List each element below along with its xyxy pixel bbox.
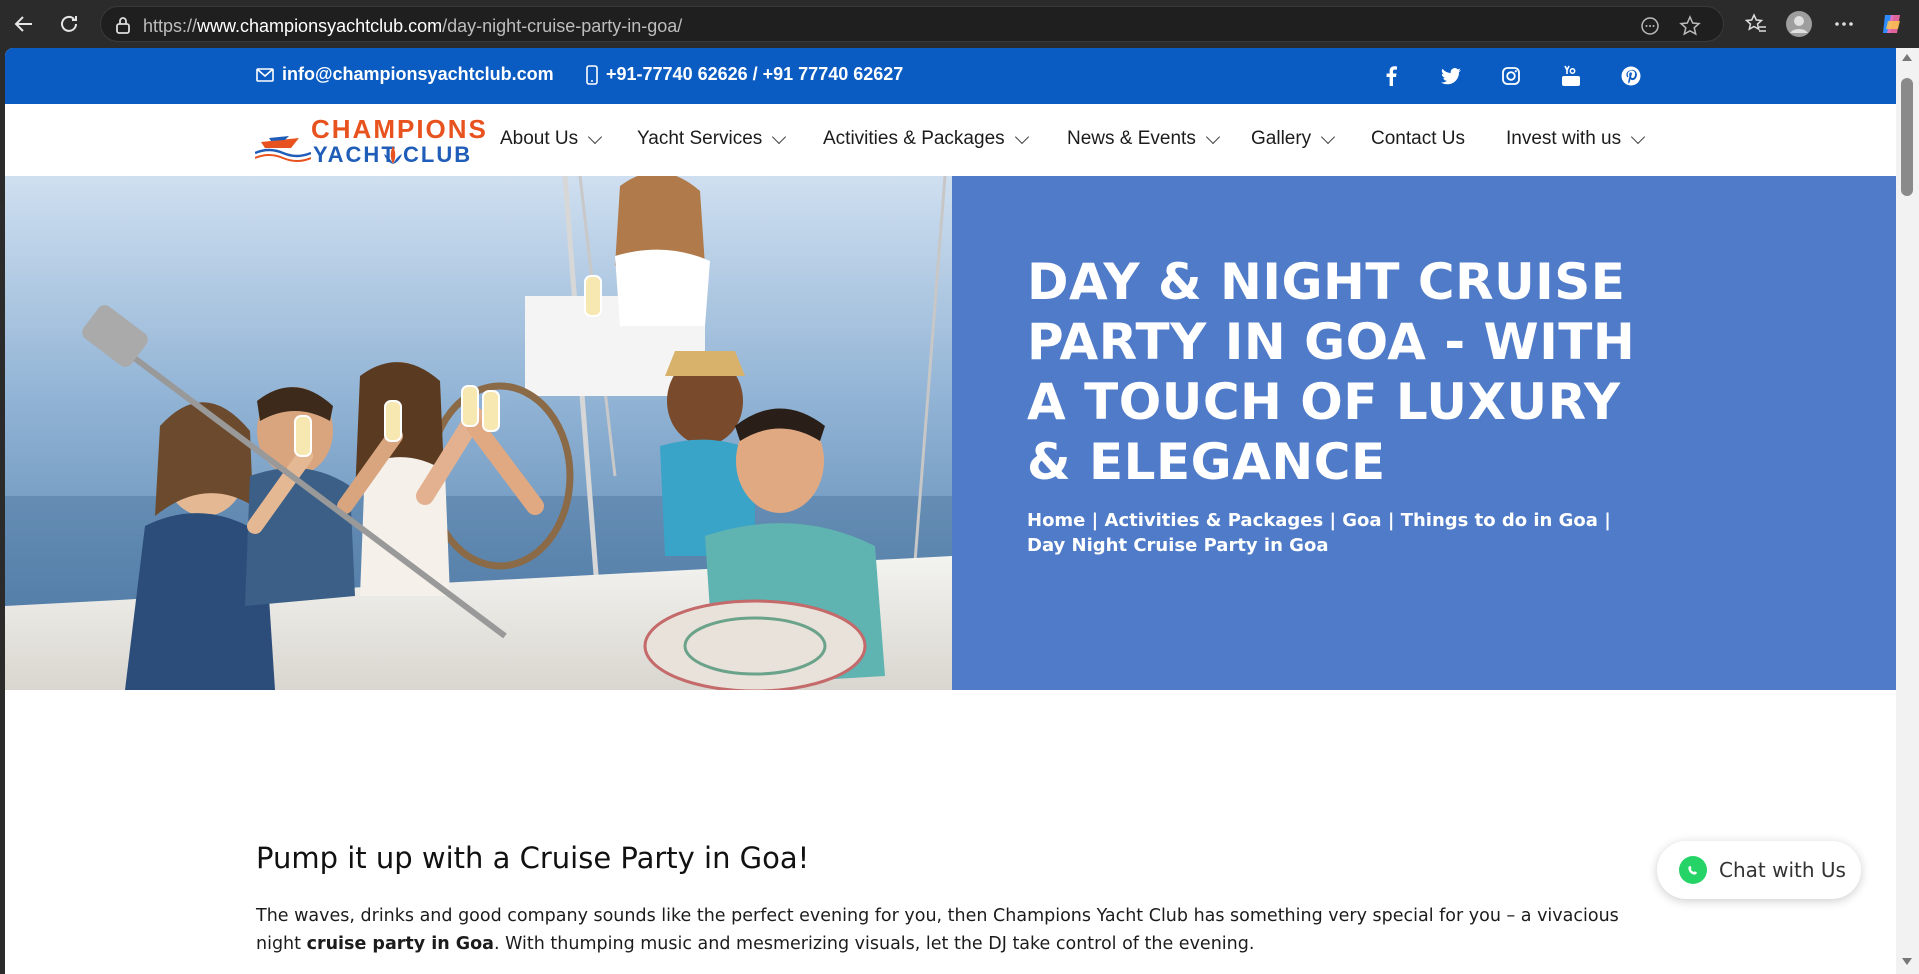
refresh-icon[interactable] xyxy=(55,10,83,38)
profile-avatar-icon[interactable] xyxy=(1785,10,1813,38)
url-prefix: https:// xyxy=(143,16,198,36)
nav-label: Invest with us xyxy=(1506,128,1622,149)
chevron-down-icon xyxy=(1631,129,1646,144)
para-text-bold: cruise party in Goa xyxy=(306,934,494,954)
browser-toolbar: https://www.championsyachtclub.com/day-n… xyxy=(0,0,1919,48)
nav-news-events[interactable]: News & Events xyxy=(1067,128,1220,150)
chevron-down-icon xyxy=(588,129,603,144)
url-path: /day-night-cruise-party-in-goa/ xyxy=(442,16,683,36)
star-icon[interactable] xyxy=(1679,15,1701,37)
yacht-logo-icon xyxy=(255,136,311,162)
contact-topbar: info@championsyachtclub.com +91-77740 62… xyxy=(5,48,1896,104)
nav-gallery[interactable]: Gallery xyxy=(1251,128,1336,150)
logo-line1: CHAMPIONS xyxy=(311,114,488,144)
scroll-down-arrow-icon[interactable] xyxy=(1902,958,1912,965)
nav-yacht-services[interactable]: Yacht Services xyxy=(637,128,787,150)
breadcrumb-activities-packages[interactable]: Activities & Packages xyxy=(1105,510,1324,531)
breadcrumb-things-to-do[interactable]: Things to do in Goa xyxy=(1401,510,1598,531)
nav-label: Contact Us xyxy=(1371,128,1465,149)
site-logo[interactable]: CHAMPIONS YACHT CLUB xyxy=(255,112,486,168)
breadcrumb-home[interactable]: Home xyxy=(1027,510,1085,531)
chevron-down-icon xyxy=(1205,129,1220,144)
address-bar[interactable]: https://www.championsyachtclub.com/day-n… xyxy=(100,6,1724,42)
nav-label: News & Events xyxy=(1067,128,1196,149)
reader-icon[interactable] xyxy=(1639,15,1661,37)
email-text: info@championsyachtclub.com xyxy=(282,64,554,84)
breadcrumb-goa[interactable]: Goa xyxy=(1342,510,1381,531)
copilot-icon[interactable] xyxy=(1878,10,1906,38)
nav-contact-us[interactable]: Contact Us xyxy=(1371,128,1465,150)
chat-with-us-button[interactable]: Chat with Us xyxy=(1657,841,1861,899)
url-domain: www.championsyachtclub.com xyxy=(197,16,443,36)
para-text-end: . With thumping music and mesmerizing vi… xyxy=(494,934,1255,954)
page-title: DAY & NIGHT CRUISE PARTY IN GOA - WITH A… xyxy=(1027,253,1636,491)
page-viewport: info@championsyachtclub.com +91-77740 62… xyxy=(5,48,1896,974)
nav-activities-packages[interactable]: Activities & Packages xyxy=(823,128,1029,150)
chat-label: Chat with Us xyxy=(1719,858,1846,882)
breadcrumb-current: Day Night Cruise Party in Goa xyxy=(1027,535,1329,556)
nav-label: About Us xyxy=(500,128,579,149)
hero-panel: DAY & NIGHT CRUISE PARTY IN GOA - WITH A… xyxy=(952,176,1896,690)
lock-icon[interactable] xyxy=(113,15,133,35)
phone-icon xyxy=(586,64,598,85)
whatsapp-icon xyxy=(1679,856,1707,884)
nav-about-us[interactable]: About Us xyxy=(500,128,603,150)
page-scrollbar[interactable] xyxy=(1896,48,1919,974)
nav-label: Gallery xyxy=(1251,128,1312,149)
chevron-down-icon xyxy=(1321,129,1336,144)
lotus-logo-icon xyxy=(384,146,402,164)
instagram-icon[interactable] xyxy=(1499,64,1523,88)
back-icon[interactable] xyxy=(10,10,38,38)
pinterest-icon[interactable] xyxy=(1619,64,1643,88)
more-menu-icon[interactable] xyxy=(1830,10,1858,38)
phone-link[interactable]: +91-77740 62626 / +91 77740 62627 xyxy=(586,64,903,85)
email-link[interactable]: info@championsyachtclub.com xyxy=(256,64,554,85)
nav-label: Yacht Services xyxy=(637,128,763,149)
chevron-down-icon xyxy=(772,129,787,144)
url-text[interactable]: https://www.championsyachtclub.com/day-n… xyxy=(143,16,682,37)
scrollbar-thumb[interactable] xyxy=(1901,78,1913,196)
facebook-icon[interactable] xyxy=(1379,64,1403,88)
section-heading: Pump it up with a Cruise Party in Goa! xyxy=(256,841,810,875)
youtube-icon[interactable] xyxy=(1559,64,1583,88)
breadcrumb: Home | Activities & Packages | Goa | Thi… xyxy=(1027,510,1611,556)
favorites-icon[interactable] xyxy=(1742,10,1770,38)
intro-paragraph: The waves, drinks and good company sound… xyxy=(256,902,1636,958)
nav-invest-with-us[interactable]: Invest with us xyxy=(1506,128,1646,150)
nav-label: Activities & Packages xyxy=(823,128,1005,149)
email-icon xyxy=(256,67,274,82)
main-navbar: CHAMPIONS YACHT CLUB About Us Yacht Serv… xyxy=(5,104,1896,176)
hero-photo xyxy=(5,176,952,690)
phone-text: +91-77740 62626 / +91 77740 62627 xyxy=(606,64,904,84)
scroll-up-arrow-icon[interactable] xyxy=(1902,54,1912,61)
chevron-down-icon xyxy=(1014,129,1029,144)
logo-line2b: CLUB xyxy=(403,142,473,167)
twitter-icon[interactable] xyxy=(1439,64,1463,88)
